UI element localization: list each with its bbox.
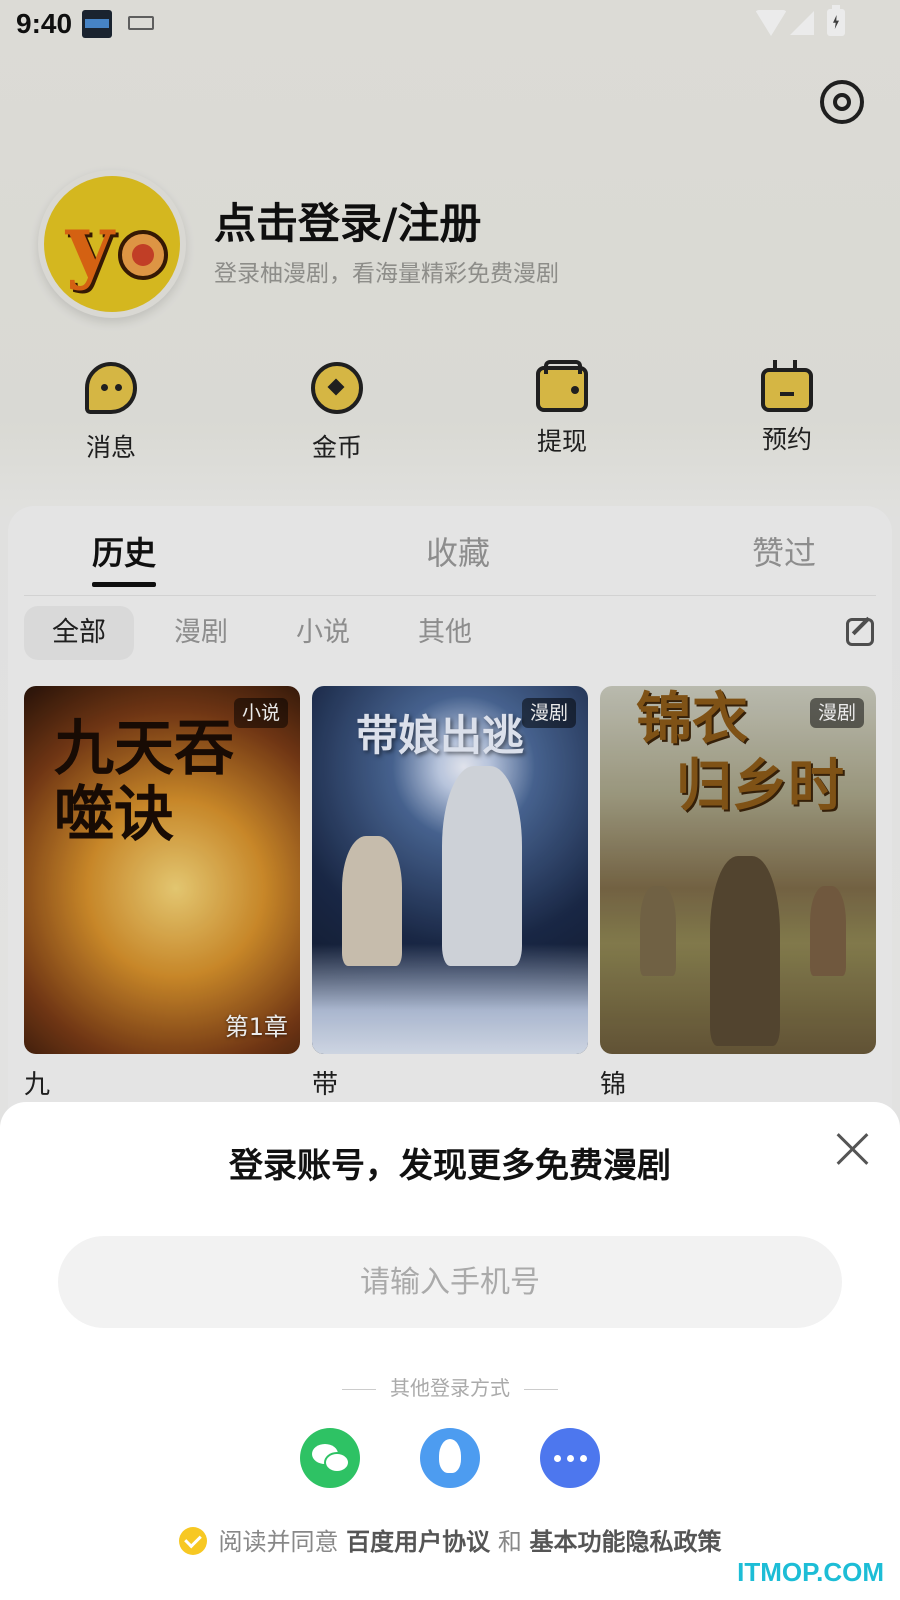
wechat-login-button[interactable] <box>300 1428 360 1488</box>
qq-login-button[interactable] <box>420 1428 480 1488</box>
agreement: 阅读并同意 百度用户协议 和 基本功能隐私政策 <box>0 1522 900 1557</box>
profile-screen: 9:40 y 点击登录/注册 登录柚漫剧，看海量精彩免费漫剧 消息 金币 提现 … <box>0 0 900 1600</box>
close-icon[interactable] <box>836 1132 870 1166</box>
other-login-label: 其他登录方式 <box>0 1372 900 1401</box>
divider <box>342 1389 376 1390</box>
phone-input[interactable] <box>58 1236 842 1328</box>
more-login-button[interactable] <box>540 1428 600 1488</box>
login-sheet: 登录账号，发现更多免费漫剧 其他登录方式 阅读并同意 百度用户协议 和 基本功能… <box>0 1102 900 1600</box>
privacy-policy-link[interactable]: 基本功能隐私政策 <box>529 1528 721 1556</box>
watermark: ITMOP.COM <box>737 1557 884 1587</box>
user-agreement-link[interactable]: 百度用户协议 <box>346 1528 490 1556</box>
sheet-title: 登录账号，发现更多免费漫剧 <box>229 1146 671 1186</box>
divider <box>524 1389 558 1390</box>
agree-checkbox[interactable] <box>178 1527 207 1555</box>
